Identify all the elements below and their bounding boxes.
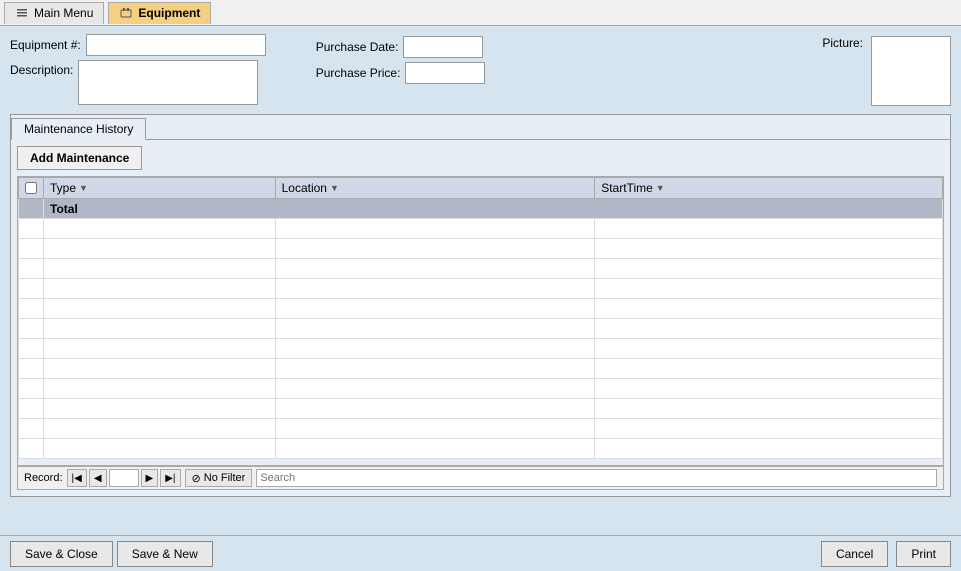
maintenance-table-wrapper: Type ▼ Location ▼ bbox=[17, 176, 944, 466]
purchase-price-input[interactable] bbox=[405, 62, 485, 84]
maintenance-history-tab-label: Maintenance History bbox=[24, 122, 133, 136]
table-row bbox=[19, 339, 943, 359]
picture-box bbox=[871, 36, 951, 106]
right-fields: Picture: bbox=[822, 34, 951, 106]
purchase-date-label: Purchase Date: bbox=[316, 40, 399, 54]
tab-equipment-label: Equipment bbox=[138, 6, 200, 20]
description-group: Description: bbox=[10, 60, 266, 105]
maintenance-history-tab[interactable]: Maintenance History bbox=[11, 118, 146, 140]
search-input[interactable] bbox=[256, 469, 937, 487]
table-row bbox=[19, 439, 943, 459]
table-header: Type ▼ Location ▼ bbox=[19, 178, 943, 199]
cancel-button[interactable]: Cancel bbox=[821, 541, 888, 567]
middle-fields: Purchase Date: Purchase Price: bbox=[316, 34, 486, 106]
menu-icon bbox=[15, 6, 29, 20]
left-fields: Equipment #: Description: bbox=[10, 34, 266, 106]
no-filter-button[interactable]: ⊘ No Filter bbox=[185, 469, 253, 487]
table-body: Total bbox=[19, 199, 943, 459]
col-location[interactable]: Location ▼ bbox=[275, 178, 595, 199]
description-label: Description: bbox=[10, 63, 73, 77]
select-all-checkbox[interactable] bbox=[25, 182, 37, 194]
table-row bbox=[19, 279, 943, 299]
location-sort-icon: ▼ bbox=[330, 183, 339, 193]
table-row bbox=[19, 379, 943, 399]
purchase-date-input[interactable] bbox=[403, 36, 483, 58]
description-input[interactable] bbox=[78, 60, 258, 105]
maintenance-table: Type ▼ Location ▼ bbox=[18, 177, 943, 459]
title-bar: Main Menu Equipment bbox=[0, 0, 961, 26]
nav-next-button[interactable]: ▶ bbox=[141, 469, 159, 487]
purchase-date-group: Purchase Date: bbox=[316, 36, 486, 58]
status-bar: Record: |◀ ◀ ▶ ▶| ⊘ No Filter bbox=[17, 466, 944, 490]
record-label: Record: bbox=[24, 472, 63, 484]
tab-main-menu-label: Main Menu bbox=[34, 6, 93, 20]
table-row bbox=[19, 419, 943, 439]
table-row bbox=[19, 399, 943, 419]
equipment-icon bbox=[119, 6, 133, 20]
add-maintenance-button[interactable]: Add Maintenance bbox=[17, 146, 142, 170]
tab-section-header: Maintenance History bbox=[11, 115, 950, 139]
col-type[interactable]: Type ▼ bbox=[44, 178, 276, 199]
col-start-time[interactable]: StartTime ▼ bbox=[595, 178, 943, 199]
fields-area: Equipment #: Description: Purchase Date:… bbox=[10, 34, 951, 106]
equipment-number-input[interactable] bbox=[86, 34, 266, 56]
tab-equipment[interactable]: Equipment bbox=[108, 2, 211, 24]
equipment-number-label: Equipment #: bbox=[10, 38, 81, 52]
table-row bbox=[19, 239, 943, 259]
table-row bbox=[19, 259, 943, 279]
tab-main-menu[interactable]: Main Menu bbox=[4, 2, 104, 24]
total-row: Total bbox=[19, 199, 943, 219]
record-number-input[interactable] bbox=[109, 469, 139, 487]
nav-first-button[interactable]: |◀ bbox=[67, 469, 87, 487]
table-row bbox=[19, 319, 943, 339]
type-sort-icon: ▼ bbox=[79, 183, 88, 193]
table-scroll[interactable]: Type ▼ Location ▼ bbox=[18, 177, 943, 465]
no-filter-label: No Filter bbox=[204, 472, 246, 484]
section-tab-content: Add Maintenance Type bbox=[11, 139, 950, 496]
record-nav: |◀ ◀ ▶ ▶| bbox=[67, 469, 181, 487]
picture-label: Picture: bbox=[822, 36, 863, 50]
table-row bbox=[19, 299, 943, 319]
print-button[interactable]: Print bbox=[896, 541, 951, 567]
maintenance-tab-section: Maintenance History Add Maintenance bbox=[10, 114, 951, 497]
save-close-button[interactable]: Save & Close bbox=[10, 541, 113, 567]
bottom-left-buttons: Save & Close Save & New bbox=[10, 541, 213, 567]
equipment-number-group: Equipment #: bbox=[10, 34, 266, 56]
bottom-bar: Save & Close Save & New Cancel Print bbox=[0, 535, 961, 571]
table-row bbox=[19, 219, 943, 239]
bottom-right-buttons: Cancel Print bbox=[821, 541, 951, 567]
nav-last-button[interactable]: ▶| bbox=[160, 469, 180, 487]
total-label: Total bbox=[44, 199, 943, 219]
nav-prev-button[interactable]: ◀ bbox=[89, 469, 107, 487]
table-row bbox=[19, 359, 943, 379]
filter-icon: ⊘ bbox=[192, 472, 201, 485]
main-content: Equipment #: Description: Purchase Date:… bbox=[0, 26, 961, 535]
start-time-sort-icon: ▼ bbox=[656, 183, 665, 193]
purchase-price-label: Purchase Price: bbox=[316, 66, 401, 80]
col-checkbox bbox=[19, 178, 44, 199]
purchase-price-group: Purchase Price: bbox=[316, 62, 486, 84]
save-new-button[interactable]: Save & New bbox=[117, 541, 213, 567]
